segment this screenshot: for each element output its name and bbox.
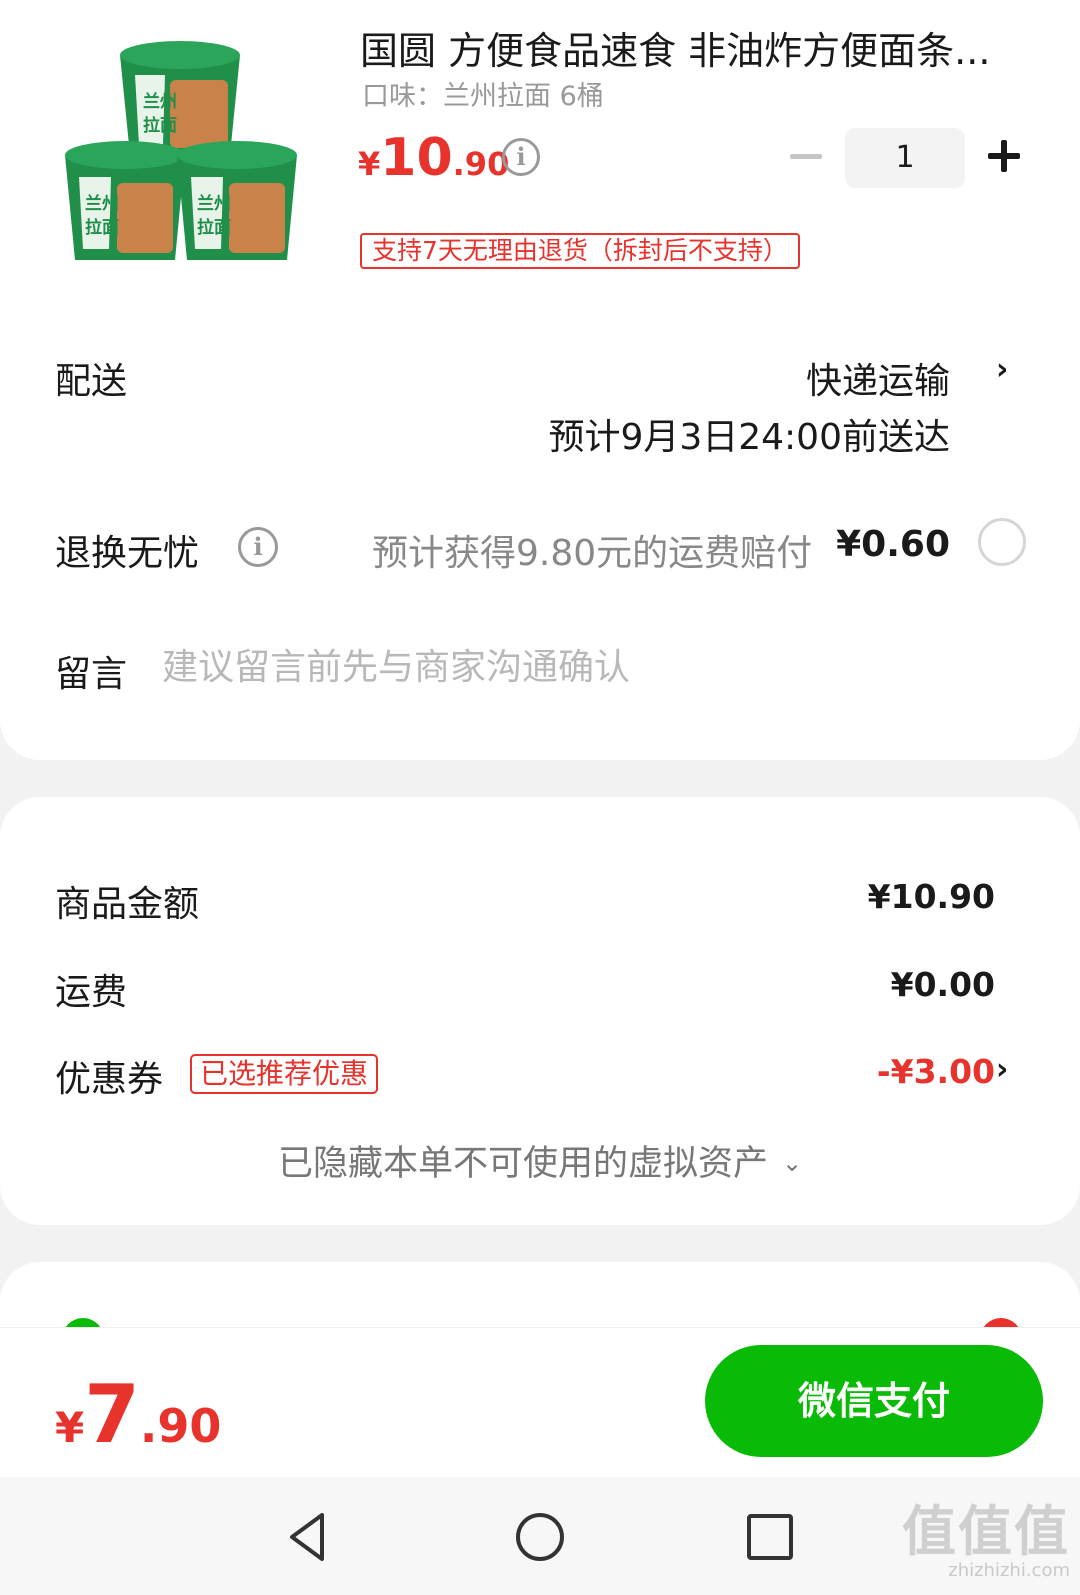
watermark-logo: 值值值 [902,1500,1070,1563]
system-nav-bar: 值值值 zhizhizhi.com [0,1477,1080,1595]
recent-apps-icon[interactable] [740,1507,800,1567]
svg-text:拉面: 拉面 [197,217,231,238]
shipping-fee-value: ¥0.00 [890,965,995,1004]
back-icon[interactable] [278,1507,338,1567]
wechat-pay-button[interactable]: 微信支付 [705,1345,1043,1457]
total-price: ¥7.90 [55,1368,221,1461]
quantity-input[interactable]: 1 [845,128,965,188]
unit-price: ¥10.90 [358,128,509,188]
message-input[interactable] [162,642,1012,692]
home-icon[interactable] [510,1507,570,1567]
total-integer: 7 [84,1368,140,1461]
chevron-down-icon: ⌄ [781,1149,803,1177]
hidden-assets-toggle[interactable]: 已隐藏本单不可使用的虚拟资产 ⌄ [0,1135,1080,1186]
product-spec[interactable]: 口味：兰州拉面 6桶 [362,74,604,113]
coupon-recommended-badge[interactable]: 已选推荐优惠 [190,1054,379,1094]
message-label: 留言 [55,654,128,695]
coupon-discount-value[interactable]: -¥3.00 [877,1052,995,1091]
return-policy-badge: 支持7天无理由退货（拆封后不支持） [360,233,800,269]
total-symbol: ¥ [55,1403,85,1452]
svg-text:兰州: 兰州 [197,193,231,214]
svg-text:兰州: 兰州 [143,91,177,112]
worry-free-description: 预计获得9.80元的运费赔付 [372,533,813,574]
delivery-label: 配送 [55,361,128,402]
svg-text:兰州: 兰州 [85,193,119,214]
shipping-fee-label: 运费 [55,972,128,1013]
product-thumbnail[interactable]: 兰州 拉面 兰州 拉面 兰州 拉面 [55,35,305,275]
worry-free-price: ¥0.60 [836,524,950,565]
goods-amount-label: 商品金额 [55,884,200,925]
watermark: 值值值 zhizhizhi.com [902,1487,1070,1581]
worry-free-radio[interactable] [978,518,1026,566]
coupon-label[interactable]: 优惠券 [55,1050,163,1102]
checkout-bar: ¥7.90 微信支付 [0,1327,1080,1477]
order-card: 兰州 拉面 兰州 拉面 兰州 拉面 国圆 方便食品速食 非油炸方便面条... 口… [0,0,1080,760]
increase-quantity-button[interactable] [988,140,1020,172]
goods-amount-value: ¥10.90 [867,877,995,916]
delivery-eta: 预计9月3日24:00前送达 [548,417,950,458]
price-symbol: ¥ [358,145,381,183]
worry-free-label: 退换无忧 [55,533,200,574]
delivery-method[interactable]: 快递运输 [806,352,950,404]
hidden-assets-text: 已隐藏本单不可使用的虚拟资产 [277,1144,768,1184]
svg-text:拉面: 拉面 [85,217,119,238]
worry-free-info-icon[interactable]: i [238,527,278,567]
product-title[interactable]: 国圆 方便食品速食 非油炸方便面条... [360,20,1040,75]
noodle-cups-image: 兰州 拉面 兰州 拉面 兰州 拉面 [65,41,297,260]
price-info-icon[interactable]: i [502,138,540,176]
price-integer: 10 [380,128,453,188]
price-decimal: .90 [452,145,510,183]
decrease-quantity-button[interactable] [790,154,822,159]
coupon-chevron-icon[interactable]: › [996,1052,1008,1087]
total-decimal: .90 [139,1399,222,1453]
svg-text:拉面: 拉面 [143,115,177,136]
delivery-chevron-icon[interactable]: › [996,352,1008,387]
